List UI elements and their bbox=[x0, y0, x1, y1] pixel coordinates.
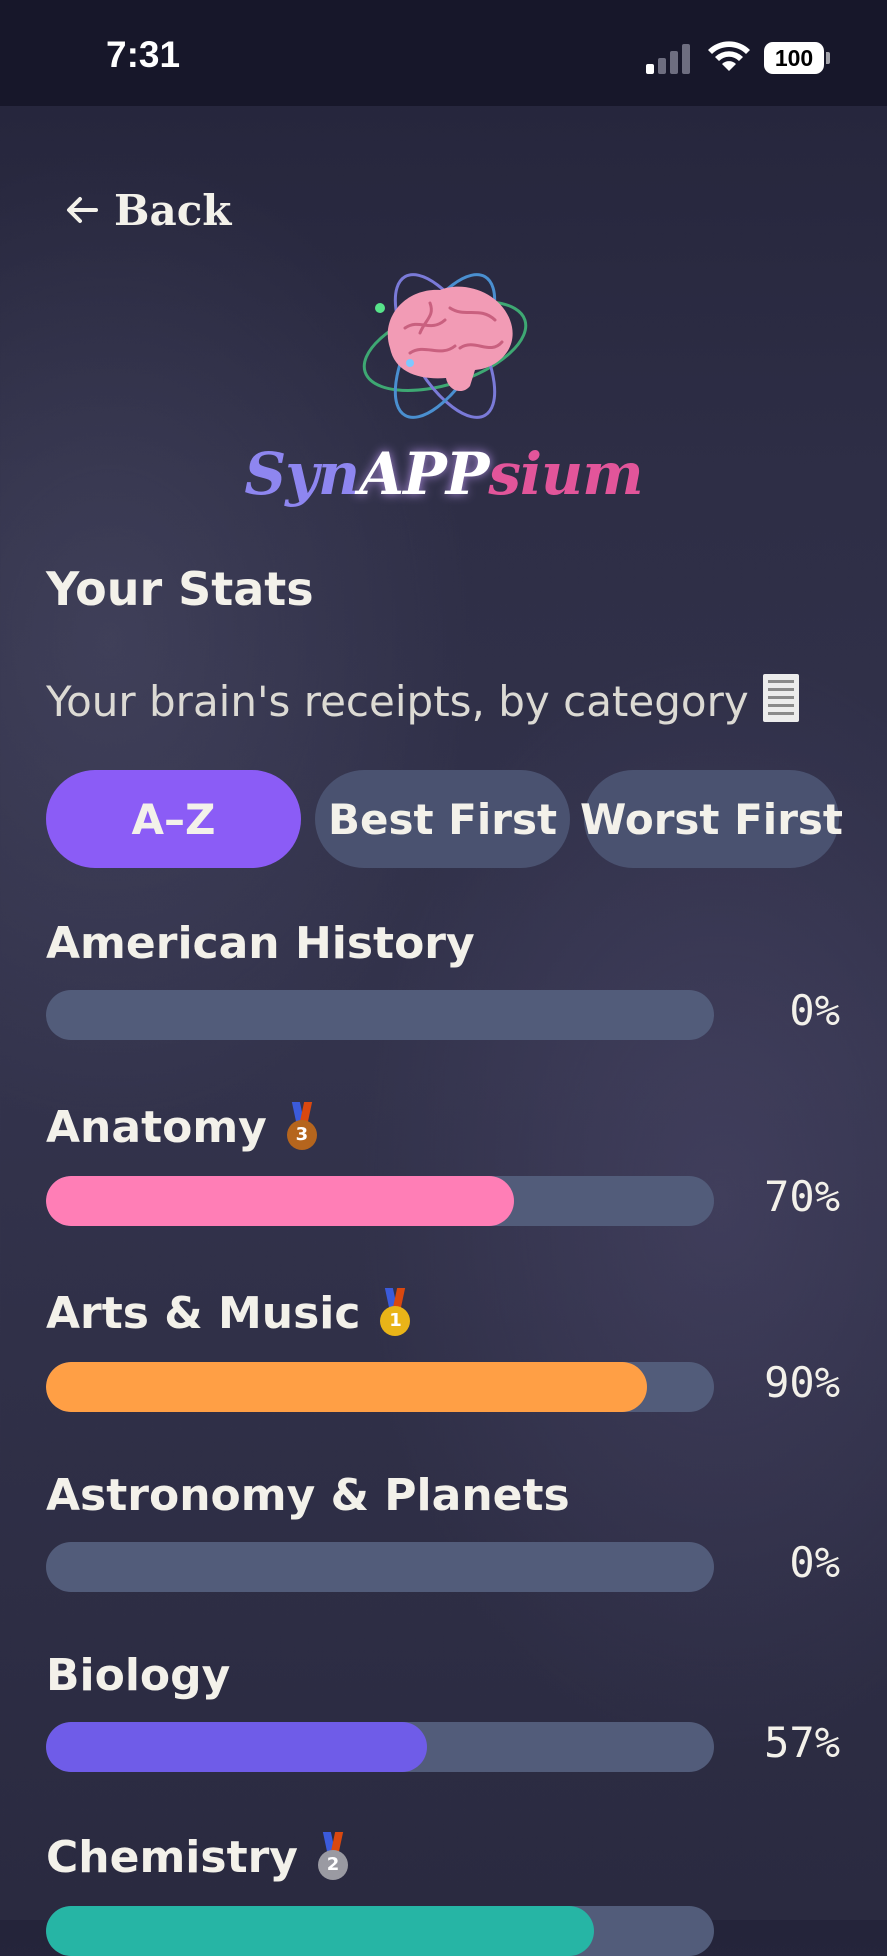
category-percent: 57% bbox=[764, 1718, 840, 1767]
battery-tip bbox=[826, 52, 830, 64]
category-percent: 90% bbox=[764, 1358, 840, 1407]
medal-rank: 1 bbox=[380, 1306, 411, 1336]
medal-rank: 3 bbox=[286, 1120, 317, 1150]
battery-icon: 100 bbox=[764, 42, 824, 74]
sort-best-first-button[interactable]: Best First bbox=[315, 770, 570, 868]
category-percent: 70% bbox=[764, 1172, 840, 1221]
progress-track bbox=[46, 1362, 714, 1412]
progress-fill bbox=[46, 1722, 427, 1772]
page-subtitle: Your brain's receipts, by category bbox=[46, 674, 799, 726]
progress-track bbox=[46, 1906, 714, 1956]
progress-track bbox=[46, 990, 714, 1040]
category-name: Arts & Music 1 bbox=[46, 1286, 846, 1342]
progress-track bbox=[46, 1176, 714, 1226]
progress-track bbox=[46, 1542, 714, 1592]
logo-part-sium: sium bbox=[488, 440, 643, 508]
category-name: Chemistry 2 bbox=[46, 1830, 846, 1886]
category-item: American History 0% bbox=[46, 916, 846, 1040]
category-item: Chemistry 2 bbox=[46, 1830, 846, 1956]
category-item: Arts & Music 1 90% bbox=[46, 1286, 846, 1412]
logo-part-app: APP bbox=[359, 440, 489, 508]
category-name: Biology bbox=[46, 1648, 846, 1704]
category-label: Biology bbox=[46, 1650, 231, 1701]
category-label: Chemistry bbox=[46, 1832, 298, 1883]
status-bar: 7:31 100 bbox=[0, 0, 887, 106]
cellular-signal-icon bbox=[646, 42, 694, 74]
category-label: American History bbox=[46, 918, 475, 969]
receipt-icon bbox=[762, 674, 799, 722]
progress-fill bbox=[46, 1176, 514, 1226]
category-label: Anatomy bbox=[46, 1102, 267, 1153]
wifi-icon bbox=[708, 41, 750, 71]
category-item: Astronomy & Planets 0% bbox=[46, 1468, 846, 1592]
bronze-medal-icon: 3 bbox=[286, 1102, 317, 1152]
gold-medal-icon: 1 bbox=[380, 1288, 411, 1338]
subtitle-text: Your brain's receipts, by category bbox=[46, 677, 749, 726]
logo-part-syn: Syn bbox=[244, 440, 360, 508]
sort-az-button[interactable]: A–Z bbox=[46, 770, 301, 868]
page-title: Your Stats bbox=[46, 562, 314, 616]
category-item: Biology 57% bbox=[46, 1648, 846, 1772]
category-percent: 0% bbox=[789, 1538, 840, 1587]
app-logo-text: SynAPPsium bbox=[0, 440, 887, 508]
silver-medal-icon: 2 bbox=[318, 1832, 348, 1882]
back-button[interactable]: Back bbox=[62, 182, 231, 238]
progress-track bbox=[46, 1722, 714, 1772]
medal-rank: 2 bbox=[318, 1850, 348, 1880]
back-label: Back bbox=[114, 185, 232, 235]
category-label: Astronomy & Planets bbox=[46, 1470, 570, 1521]
category-name: American History bbox=[46, 916, 846, 972]
sort-worst-first-button[interactable]: Worst First bbox=[580, 770, 843, 868]
brain-logo-icon bbox=[362, 273, 528, 419]
category-name: Astronomy & Planets bbox=[46, 1468, 846, 1524]
category-name: Anatomy 3 bbox=[46, 1100, 846, 1156]
progress-fill bbox=[46, 1362, 648, 1412]
category-item: Anatomy 3 70% bbox=[46, 1100, 846, 1226]
arrow-left-icon bbox=[67, 197, 98, 223]
category-label: Arts & Music bbox=[46, 1288, 361, 1339]
sort-filter-group: A–Z Best First Worst First bbox=[46, 770, 843, 868]
status-time: 7:31 bbox=[106, 34, 181, 75]
category-percent: 0% bbox=[789, 986, 840, 1035]
progress-fill bbox=[46, 1906, 594, 1956]
